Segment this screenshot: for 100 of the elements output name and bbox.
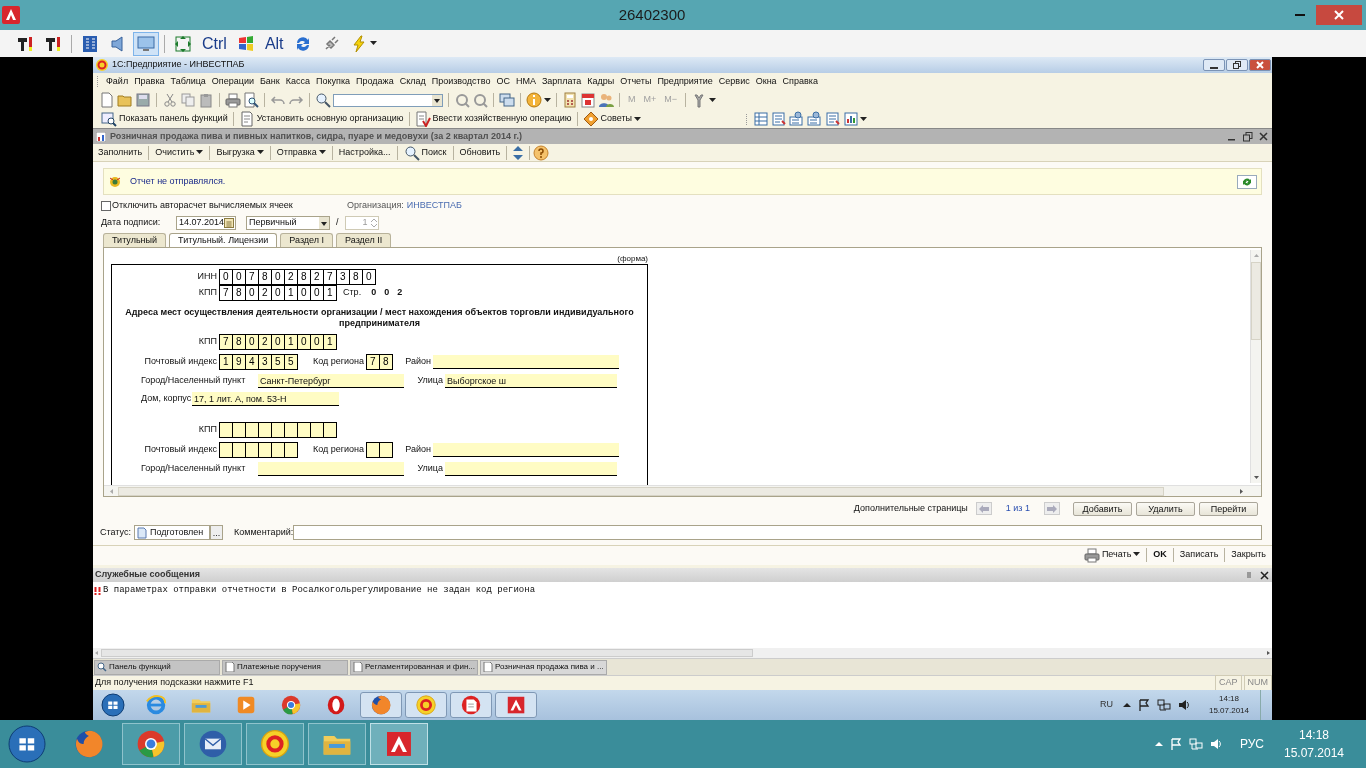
restore-button[interactable] (1226, 59, 1248, 71)
action-button[interactable]: Удалить (1136, 501, 1195, 516)
find-next-icon[interactable] (472, 92, 488, 108)
horizontal-scrollbar[interactable] (93, 648, 1272, 658)
toolbar-button[interactable]: Установить основную организацию (236, 111, 406, 127)
taskbar-button[interactable] (495, 692, 537, 718)
key-button[interactable]: Alt (260, 31, 288, 56)
app-icon[interactable] (2, 6, 20, 24)
scissors-icon[interactable] (162, 92, 178, 108)
status-field[interactable]: Подготовлен (134, 525, 210, 540)
calculator-icon[interactable] (562, 92, 578, 108)
scroll-right-icon[interactable] (1264, 648, 1272, 658)
toolbar-button[interactable]: Ввести хозяйственную операцию (412, 111, 574, 127)
list-icon[interactable] (825, 111, 842, 127)
district-field[interactable] (433, 355, 619, 369)
menu-item[interactable]: ОС (493, 74, 513, 89)
window-tab[interactable]: Панель функций (94, 659, 220, 675)
menu-item[interactable]: Сервис (715, 74, 753, 89)
help-icon[interactable] (533, 144, 550, 161)
flag-icon[interactable] (1138, 699, 1150, 711)
app-logo-icon[interactable] (96, 59, 108, 71)
tab[interactable]: Раздел I (280, 233, 334, 247)
scroll-thumb[interactable] (101, 649, 753, 657)
horizontal-scrollbar[interactable] (104, 485, 1261, 496)
toolbar-button[interactable]: Отправка (273, 145, 329, 160)
dropdown-icon[interactable] (432, 94, 442, 106)
taskbar-button[interactable] (122, 723, 180, 765)
search-icon[interactable] (315, 92, 331, 108)
start-icon[interactable] (101, 693, 125, 717)
taskbar-button[interactable] (405, 692, 447, 718)
refresh-button[interactable] (1237, 174, 1257, 189)
restore-icon[interactable] (1243, 131, 1253, 142)
window-tab[interactable]: Розничная продажа пива и ... (479, 659, 607, 675)
menu-item[interactable]: Продажа (353, 74, 397, 89)
vertical-scrollbar[interactable] (1250, 250, 1261, 483)
street-field[interactable]: Выборгское ш (445, 374, 617, 388)
menu-item[interactable]: НМА (512, 74, 539, 89)
toolbar-button[interactable]: Очистить (152, 145, 207, 160)
menu-item[interactable]: Справка (779, 74, 821, 89)
city-field[interactable]: Санкт-Петербург (258, 374, 404, 388)
toolbar-button[interactable]: Настройка... (335, 145, 394, 160)
action-button[interactable]: Добавить (1073, 501, 1132, 516)
menu-item[interactable]: Правка (131, 74, 168, 89)
info-icon[interactable] (526, 92, 542, 108)
toolbar-button[interactable]: Показать панель функций (99, 111, 230, 127)
comment-field[interactable] (293, 525, 1262, 540)
person-list-icon[interactable] (789, 111, 806, 127)
toolbar-button[interactable]: Выгрузка (213, 145, 267, 160)
taskbar-button[interactable] (184, 723, 242, 765)
tab[interactable]: Титульный. Лицензии (169, 233, 278, 247)
minimize-button[interactable] (1203, 59, 1225, 71)
network-icon[interactable] (1157, 699, 1171, 711)
street-field[interactable] (445, 462, 617, 476)
action-button[interactable]: OK (1150, 547, 1170, 562)
windows-icon[interactable] (499, 92, 515, 108)
menu-item[interactable]: Окна (752, 74, 780, 89)
postal-code-field[interactable] (219, 442, 298, 458)
house-field[interactable]: 17, 1 лит. А, пом. 53-Н (192, 392, 339, 406)
key-button[interactable]: Ctrl (198, 31, 231, 56)
tray-caret-icon[interactable] (1123, 702, 1131, 708)
taskbar-button[interactable] (360, 692, 402, 718)
kpp-field[interactable] (219, 422, 337, 438)
document-icon[interactable] (99, 92, 115, 108)
table-icon[interactable] (753, 111, 770, 127)
scroll-thumb[interactable] (118, 486, 1164, 496)
menu-item[interactable]: Касса (282, 74, 314, 89)
language-indicator[interactable]: РУС (1239, 735, 1264, 753)
clock[interactable]: 14:18 15.07.2014 (1204, 693, 1254, 717)
taskbar-button[interactable] (450, 692, 492, 718)
menu-item[interactable]: Покупка (313, 74, 354, 89)
clipboard-icon[interactable] (198, 92, 214, 108)
close-icon[interactable] (1259, 132, 1268, 141)
close-button[interactable] (1316, 5, 1362, 25)
toolbar-button[interactable]: Советы (580, 111, 635, 127)
menu-item[interactable]: Зарплата (538, 74, 585, 89)
menu-item[interactable]: Отчеты (617, 74, 655, 89)
printer-icon[interactable] (225, 92, 241, 108)
menu-item[interactable]: Банк (256, 74, 283, 89)
person-list-icon[interactable] (807, 111, 824, 127)
calendar-icon[interactable] (580, 92, 596, 108)
menu-item[interactable]: Склад (396, 74, 429, 89)
language-indicator[interactable]: RU (1100, 698, 1113, 712)
city-field[interactable] (258, 462, 404, 476)
window-tab[interactable]: Регламентированная и фин... (350, 659, 478, 675)
menu-item[interactable]: Предприятие (654, 74, 716, 89)
action-button[interactable]: Закрыть (1228, 547, 1269, 562)
checkbox[interactable] (101, 201, 111, 211)
district-field[interactable] (433, 443, 619, 457)
ellipsis-button[interactable]: ... (210, 525, 223, 540)
organization-link[interactable]: ИНВЕСТПАБ (406, 199, 462, 213)
scroll-thumb[interactable] (1251, 262, 1261, 340)
network-icon[interactable] (1188, 738, 1203, 750)
report-type-select[interactable]: Первичный (246, 216, 330, 230)
tab[interactable]: Раздел II (336, 233, 392, 247)
volume-icon[interactable] (1178, 699, 1190, 711)
menu-item[interactable]: Производство (428, 74, 494, 89)
toolbar-button[interactable]: Заполнить (95, 145, 146, 160)
close-icon[interactable] (1260, 570, 1269, 580)
action-button[interactable]: Печать (1080, 546, 1144, 563)
menu-item[interactable]: Кадры (584, 74, 618, 89)
